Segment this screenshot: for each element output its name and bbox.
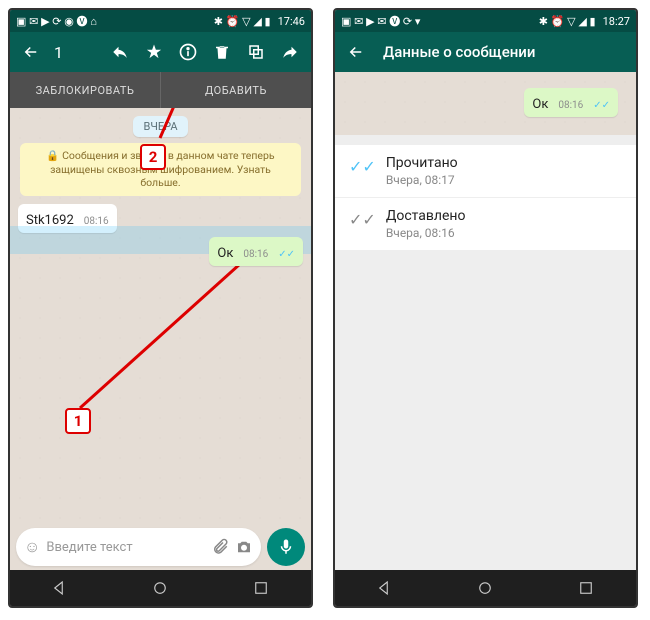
title-bar: Данные о сообщении xyxy=(335,32,636,72)
delivered-time: Вчера, 08:16 xyxy=(386,226,466,240)
read-ticks-icon: ✓✓ xyxy=(593,100,610,111)
status-time: 17:46 xyxy=(278,15,305,28)
read-row: ✓✓ Прочитано Вчера, 08:17 xyxy=(335,145,636,198)
info-icon[interactable] xyxy=(173,37,203,67)
callout-1: 1 xyxy=(65,408,91,434)
forward-icon[interactable] xyxy=(275,37,305,67)
status-bar: ▣ ✉ ▶ ⟳ ◉ 🅥 ⌂ ✱ ⏰ ▽ ◢ ▮ 17:46 xyxy=(10,10,311,32)
copy-icon[interactable] xyxy=(241,37,271,67)
delivered-row: ✓✓ Доставлено Вчера, 08:16 xyxy=(335,198,636,250)
delivery-info-section: ✓✓ Прочитано Вчера, 08:17 ✓✓ Доставлено … xyxy=(335,145,636,250)
status-time: 18:27 xyxy=(603,15,630,28)
star-icon[interactable] xyxy=(139,37,169,67)
nav-home-icon[interactable] xyxy=(476,579,494,597)
reply-icon[interactable] xyxy=(105,37,135,67)
chat-area: ВЧЕРА 🔒 Сообщения и звонки в данном чате… xyxy=(10,108,311,524)
mic-button[interactable] xyxy=(267,528,305,566)
input-placeholder: Введите текст xyxy=(46,540,205,555)
read-label: Прочитано xyxy=(386,155,458,171)
tab-block[interactable]: ЗАБЛОКИРОВАТЬ xyxy=(10,72,161,108)
status-bar: ▣ ✉ ▶ ✉ 🅥 ⟳ ▾ ✱ ⏰ ▽ ◢ ▮ 18:27 xyxy=(335,10,636,32)
callout-2: 2 xyxy=(140,144,166,170)
info-body: Ок 08:16 ✓✓ ✓✓ Прочитано Вчера, 08:17 ✓✓… xyxy=(335,72,636,570)
nav-home-icon[interactable] xyxy=(151,579,169,597)
selection-count: 1 xyxy=(54,43,63,62)
phone-whatsapp-chat: ▣ ✉ ▶ ⟳ ◉ 🅥 ⌂ ✱ ⏰ ▽ ◢ ▮ 17:46 1 xyxy=(8,8,313,608)
delete-icon[interactable] xyxy=(207,37,237,67)
message-input[interactable]: ☺ Введите текст xyxy=(16,528,261,566)
outgoing-message[interactable]: Ок 08:16 ✓✓ xyxy=(209,237,303,266)
message-input-bar: ☺ Введите текст xyxy=(10,524,311,570)
status-icons-left: ▣ ✉ ▶ ✉ 🅥 ⟳ ▾ xyxy=(341,13,420,29)
message-text: Ок xyxy=(217,246,233,261)
delivered-ticks-icon: ✓✓ xyxy=(349,210,376,229)
status-icons-left: ▣ ✉ ▶ ⟳ ◉ 🅥 ⌂ xyxy=(16,13,97,29)
status-icons-right: ✱ ⏰ ▽ ◢ ▮ xyxy=(539,15,596,28)
nav-back-icon[interactable] xyxy=(51,579,69,597)
message-time: 08:16 xyxy=(558,100,583,111)
phone-message-info: ▣ ✉ ▶ ✉ 🅥 ⟳ ▾ ✱ ⏰ ▽ ◢ ▮ 18:27 Данные о с… xyxy=(333,8,638,608)
page-title: Данные о сообщении xyxy=(383,43,535,61)
nav-recent-icon[interactable] xyxy=(252,579,270,597)
emoji-icon[interactable]: ☺ xyxy=(24,537,40,557)
message-preview-area: Ок 08:16 ✓✓ xyxy=(335,72,636,135)
tab-add[interactable]: ДОБАВИТЬ xyxy=(161,72,311,108)
android-nav-bar xyxy=(10,570,311,606)
status-icons-right: ✱ ⏰ ▽ ◢ ▮ xyxy=(214,15,271,28)
back-icon[interactable] xyxy=(341,37,371,67)
nav-recent-icon[interactable] xyxy=(577,579,595,597)
nav-back-icon[interactable] xyxy=(376,579,394,597)
read-time: Вчера, 08:17 xyxy=(386,173,458,187)
message-text: Ок xyxy=(532,97,548,112)
selection-toolbar: 1 xyxy=(10,32,311,72)
back-icon[interactable] xyxy=(16,37,46,67)
camera-icon[interactable] xyxy=(235,538,253,556)
day-separator: ВЧЕРА xyxy=(133,116,187,137)
attach-icon[interactable] xyxy=(211,538,229,556)
message-preview: Ок 08:16 ✓✓ xyxy=(524,88,618,117)
read-ticks-icon: ✓✓ xyxy=(349,157,376,176)
message-time: 08:16 xyxy=(243,249,268,260)
read-ticks-icon: ✓✓ xyxy=(278,249,295,260)
delivered-label: Доставлено xyxy=(386,208,466,224)
action-tabs: ЗАБЛОКИРОВАТЬ ДОБАВИТЬ xyxy=(10,72,311,108)
android-nav-bar xyxy=(335,570,636,606)
